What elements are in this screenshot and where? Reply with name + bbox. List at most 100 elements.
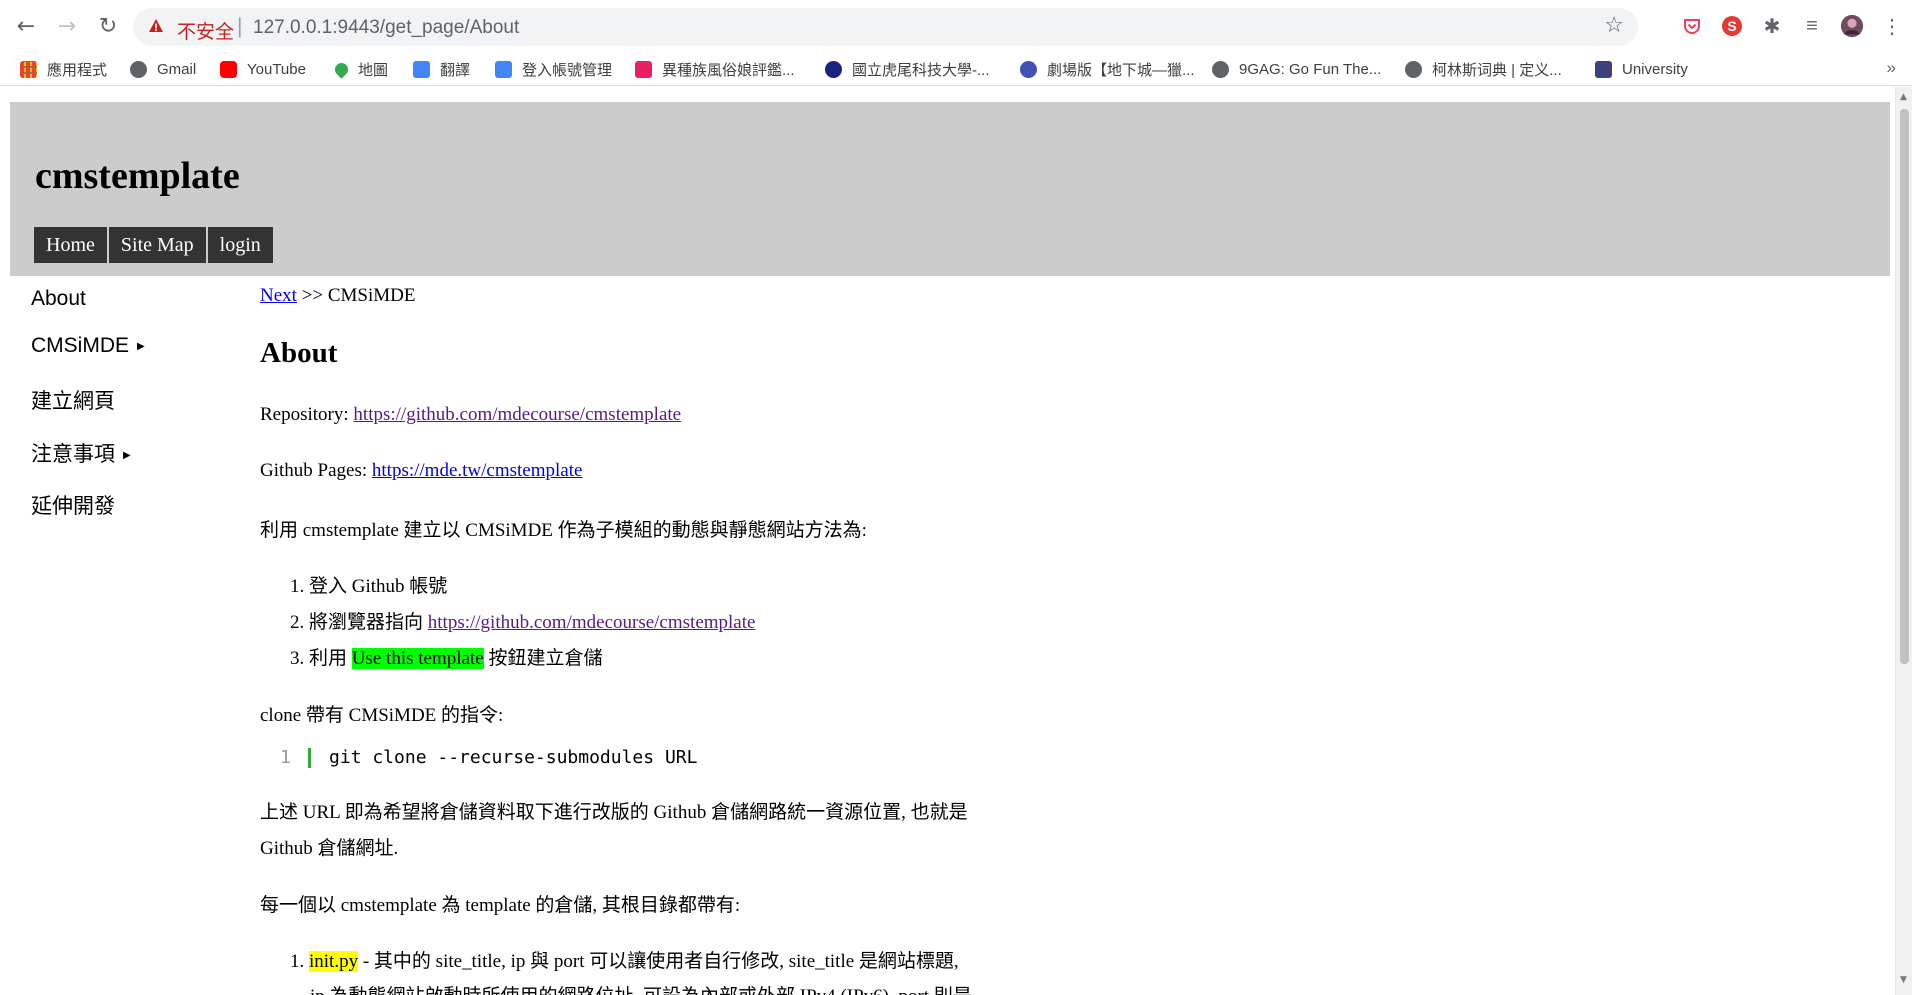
breadcrumb-text: >> CMSiMDE: [296, 285, 416, 306]
bookmark-item[interactable]: 柯林斯词典 | 定义...: [1405, 58, 1562, 80]
reload-icon[interactable]: ↻: [94, 12, 122, 40]
bookmark-label: 異種族風俗娘評鑑...: [662, 61, 795, 79]
chevron-right-icon: ▶: [137, 340, 145, 352]
bookmark-label: 柯林斯词典 | 定义...: [1432, 61, 1562, 79]
bookmark-label: YouTube: [247, 60, 306, 78]
bookmark-label: 登入帳號管理: [522, 61, 613, 79]
list-item-text: - 其中的 site_title, ip 與 port 可以讓使用者自行修改, …: [358, 951, 959, 972]
repository-line: Repository: https://github.com/mdecourse…: [260, 404, 681, 426]
github-pages-link[interactable]: https://mde.tw/cmstemplate: [372, 460, 583, 481]
github-pages-line: Github Pages: https://mde.tw/cmstemplate: [260, 460, 582, 482]
insecure-label: 不安全: [177, 22, 235, 43]
bookmark-item[interactable]: 9GAG: Go Fun The...: [1212, 58, 1381, 80]
extension-s-icon[interactable]: S: [1720, 14, 1744, 38]
list-item-text: 1.: [290, 951, 309, 972]
sidebar-item-label: CMSiMDE: [31, 334, 129, 357]
scroll-thumb[interactable]: [1900, 109, 1909, 664]
forward-arrow-icon[interactable]: →: [53, 12, 81, 40]
bookmark-star-icon[interactable]: ☆: [1604, 13, 1624, 38]
bookmark-label: University: [1622, 60, 1688, 78]
university-logo-icon: [825, 60, 842, 78]
repository-link[interactable]: https://github.com/mdecourse/cmstemplate: [353, 404, 681, 425]
menu-home[interactable]: Home: [34, 227, 107, 263]
bookmark-item[interactable]: 應用程式: [20, 58, 107, 80]
sidebar-item-label: 延伸開發: [31, 495, 115, 518]
list-item: 2. 將瀏覽器指向 https://github.com/mdecourse/c…: [290, 607, 755, 634]
globe-icon: [1405, 60, 1422, 78]
chevron-right-icon: ▶: [123, 449, 131, 461]
browser-menu-icon[interactable]: ⋮: [1880, 14, 1904, 38]
scroll-up-icon[interactable]: ▲: [1900, 92, 1907, 102]
bookmark-item[interactable]: 國立虎尾科技大學-...: [825, 58, 990, 80]
list-item-text: 2. 將瀏覽器指向: [290, 612, 428, 633]
sidebar-item-about[interactable]: About: [31, 287, 86, 311]
sidebar-item-label: 注意事項: [31, 443, 115, 466]
bookmark-item[interactable]: University: [1595, 58, 1688, 80]
bookmark-item[interactable]: YouTube: [220, 58, 306, 80]
breadcrumb: Next >> CMSiMDE: [260, 285, 416, 307]
youtube-icon: [220, 60, 237, 78]
bookmark-label: 翻譯: [440, 61, 471, 79]
url-separator: |: [237, 15, 243, 38]
sidebar-item-extensions[interactable]: 延伸開發: [31, 490, 115, 520]
page-scrollbar[interactable]: ▲ ▼: [1895, 87, 1912, 995]
translate-icon: [413, 60, 430, 78]
bookmark-item[interactable]: Gmail: [130, 58, 196, 80]
apps-grid-icon: [20, 60, 37, 78]
address-bar[interactable]: 不安全 | 127.0.0.1:9443/get_page/About ☆: [133, 8, 1638, 46]
menu-site-map[interactable]: Site Map: [108, 227, 206, 263]
bookmark-label: 劇場版【地下城—獵...: [1047, 61, 1195, 79]
bookmark-item[interactable]: 異種族風俗娘評鑑...: [635, 58, 795, 80]
bookmark-item[interactable]: 劇場版【地下城—獵...: [1020, 58, 1195, 80]
extensions-puzzle-icon[interactable]: ✱: [1760, 14, 1784, 38]
bookmark-item[interactable]: 登入帳號管理: [495, 58, 612, 80]
sidebar-item-create-page[interactable]: 建立網頁: [31, 385, 115, 415]
bookmark-item[interactable]: 地圖: [332, 58, 388, 80]
bookmark-label: 應用程式: [47, 61, 108, 79]
warning-icon: [149, 19, 163, 32]
site-title: cmstemplate: [35, 155, 240, 197]
bookmark-item[interactable]: 翻譯: [413, 58, 470, 80]
list-item-text: 按鈕建立倉儲: [483, 648, 603, 669]
list-item-continuation: ip 為動態網站啟動時所使用的網路位址, 可設為內部或外部 IPv4 (IPv6…: [310, 981, 972, 995]
sidebar-item-cmsimde[interactable]: CMSiMDE ▶: [31, 334, 145, 358]
url-text[interactable]: 127.0.0.1:9443/get_page/About: [253, 17, 519, 39]
pocket-icon[interactable]: [1680, 14, 1704, 38]
menu-login[interactable]: login: [207, 227, 273, 263]
reading-list-icon[interactable]: ≡: [1800, 14, 1824, 38]
sidebar-item-label: About: [31, 287, 86, 310]
university-icon: [1595, 60, 1612, 78]
maps-pin-icon: [332, 59, 351, 79]
clone-intro: clone 帶有 CMSiMDE 的指令:: [260, 705, 504, 726]
globe-icon: [1212, 60, 1229, 78]
bookmark-label: 國立虎尾科技大學-...: [852, 61, 990, 79]
list-item: 3. 利用 Use this template 按鈕建立倉儲: [290, 643, 602, 670]
svg-text:S: S: [1727, 18, 1736, 34]
template-repo-link[interactable]: https://github.com/mdecourse/cmstemplate: [428, 612, 756, 633]
browser-toolbar: ← → ↻ 不安全 | 127.0.0.1:9443/get_page/Abou…: [0, 0, 1912, 52]
intro-paragraph: 利用 cmstemplate 建立以 CMSiMDE 作為子模組的動態與靜態網站…: [260, 520, 867, 541]
site-header: cmstemplate Home Site Map login: [10, 102, 1890, 276]
top-menu: Home Site Map login: [34, 227, 275, 263]
site-icon: [1020, 60, 1037, 78]
list-item: 1. init.py - 其中的 site_title, ip 與 port 可…: [290, 946, 959, 973]
page-title: About: [260, 337, 338, 369]
github-pages-label: Github Pages:: [260, 460, 372, 481]
use-template-highlight: Use this template: [351, 648, 484, 669]
sidebar-item-notes[interactable]: 注意事項 ▶: [31, 438, 131, 468]
code-line-number: 1: [280, 747, 291, 768]
bookmarks-overflow-icon[interactable]: »: [1887, 58, 1896, 78]
back-arrow-icon[interactable]: ←: [12, 12, 40, 40]
list-item-text: 3. 利用: [290, 648, 352, 669]
url-description: 上述 URL 即為希望將倉儲資料取下進行改版的 Github 倉儲網路統一資源位…: [260, 802, 968, 823]
root-intro: 每一個以 cmstemplate 為 template 的倉儲, 其根目錄都帶有…: [260, 895, 741, 916]
scroll-down-icon[interactable]: ▼: [1900, 975, 1907, 985]
profile-avatar[interactable]: [1840, 14, 1864, 38]
url-description-cont: Github 倉儲網址.: [260, 838, 399, 859]
repository-label: Repository:: [260, 404, 354, 425]
app-icon: [635, 60, 652, 78]
code-gutter-bar: [308, 748, 311, 768]
next-link[interactable]: Next: [260, 285, 297, 306]
code-block: 1 git clone --recurse-submodules URL: [280, 747, 697, 768]
sidebar-item-label: 建立網頁: [31, 390, 115, 413]
